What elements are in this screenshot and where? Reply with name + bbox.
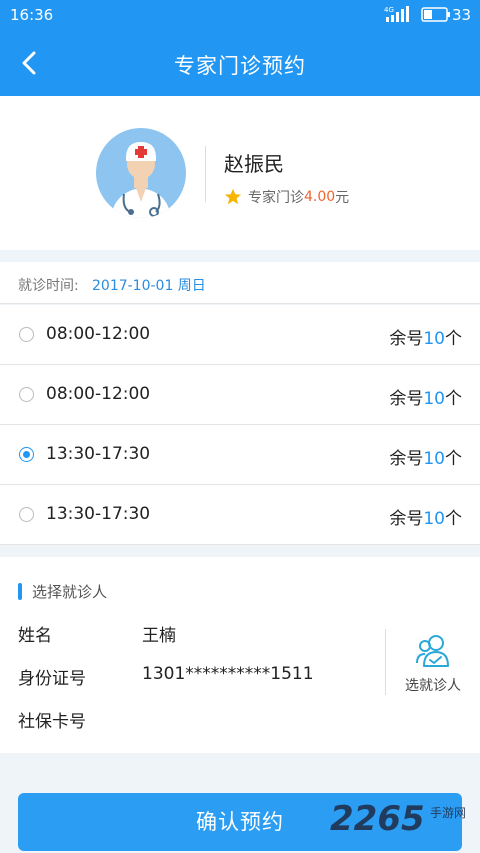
battery-level: 33 xyxy=(452,6,472,24)
section-title-text: 选择就诊人 xyxy=(32,583,108,601)
patient-card: 选择就诊人 姓名 王楠 身份证号 1301**********1511 社保卡号… xyxy=(0,557,480,753)
doctor-avatar xyxy=(96,128,186,218)
time-slot-4[interactable]: 13:30-17:30 余号10个 xyxy=(0,485,480,545)
slot-remaining: 余号10个 xyxy=(389,509,462,529)
slot-radio[interactable] xyxy=(19,327,34,342)
signal-icon: 4G xyxy=(384,6,409,22)
star-icon xyxy=(224,188,242,205)
id-label: 身份证号 xyxy=(18,669,86,689)
visit-date-value: 2017-10-01 周日 xyxy=(92,278,206,294)
visit-date-label: 就诊时间: xyxy=(18,278,79,294)
status-bar: 16:36 4G 33 xyxy=(0,0,480,30)
visit-date-row: 就诊时间: 2017-10-01 周日 xyxy=(0,262,480,304)
network-type: 4G xyxy=(384,6,394,14)
watermark-brand: 2265 xyxy=(330,799,425,839)
time-slot-1[interactable]: 08:00-12:00 余号10个 xyxy=(0,305,480,365)
patient-divider xyxy=(385,629,386,695)
clinic-type: 专家门诊 xyxy=(248,190,304,206)
doctor-card: 赵振民 专家门诊 4.00 元 xyxy=(0,96,480,250)
users-check-icon xyxy=(416,635,449,667)
slot-time: 08:00-12:00 xyxy=(46,324,151,344)
price-currency: 元 xyxy=(335,190,350,206)
pick-patient-button[interactable]: 选就诊人 xyxy=(392,633,474,701)
slot-radio[interactable] xyxy=(19,387,34,402)
doctor-price: 4.00 xyxy=(304,189,336,205)
name-value: 王楠 xyxy=(142,626,176,646)
slot-time: 08:00-12:00 xyxy=(46,384,151,404)
slot-remaining: 余号10个 xyxy=(389,389,462,409)
site-watermark: 2265 手游网 xyxy=(330,797,480,853)
slot-time: 13:30-17:30 xyxy=(46,504,151,524)
battery-icon xyxy=(421,7,450,22)
slot-remaining: 余号10个 xyxy=(389,329,462,349)
time-slot-3[interactable]: 13:30-17:30 余号10个 xyxy=(0,425,480,485)
slot-remaining: 余号10个 xyxy=(389,449,462,469)
pick-patient-label: 选就诊人 xyxy=(405,678,461,694)
page-title: 专家门诊预约 xyxy=(174,54,306,78)
doctor-divider xyxy=(205,146,206,202)
name-label: 姓名 xyxy=(18,626,52,646)
nav-bar: 专家门诊预约 xyxy=(0,30,480,96)
doctor-name: 赵振民 xyxy=(224,152,284,176)
status-time: 16:36 xyxy=(10,6,54,24)
id-value: 1301**********1511 xyxy=(142,664,314,684)
time-slot-2[interactable]: 08:00-12:00 余号10个 xyxy=(0,365,480,425)
slot-radio[interactable] xyxy=(19,507,34,522)
watermark-site: 手游网 xyxy=(430,806,467,820)
section-accent-bar xyxy=(18,583,22,600)
doctor-meta: 专家门诊 4.00 元 xyxy=(224,187,349,207)
slot-time: 13:30-17:30 xyxy=(46,444,151,464)
patient-section-title: 选择就诊人 xyxy=(18,581,107,602)
slot-radio-selected[interactable] xyxy=(19,447,34,462)
social-card-label: 社保卡号 xyxy=(18,712,86,732)
